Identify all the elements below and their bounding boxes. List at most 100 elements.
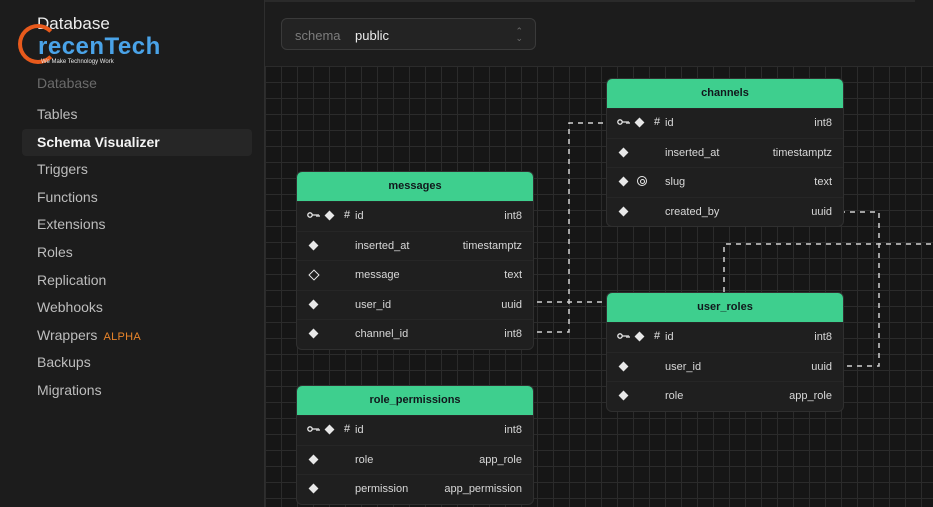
schema-canvas[interactable]: channels # id int8 inserted_at timestamp… [265,66,933,507]
logo-brand: recenTech [38,33,161,60]
table-row[interactable]: role app_role [297,444,533,475]
schema-select-value: public [355,28,389,43]
link-created-by [840,211,880,367]
column-name: inserted_at [355,239,410,252]
column-type: app_permission [444,483,522,496]
diamond-icon [634,331,645,342]
diamond-icon [324,210,335,221]
table-role-permissions[interactable]: role_permissions # id int8 role app_role… [296,385,534,505]
diamond-icon [618,176,629,187]
table-header: messages [297,172,533,201]
table-row[interactable]: message text [297,260,533,290]
table-header: channels [607,79,843,108]
column-type: int8 [814,331,832,343]
diamond-icon [308,299,319,310]
table-row[interactable]: user_id uuid [607,351,843,382]
sidebar-item-label: Roles [37,243,73,260]
table-row[interactable]: role app_role [607,381,843,411]
recentech-logo-watermark: recenTech We Make Technology Work [18,22,160,72]
column-name: user_id [665,360,702,373]
column-name: role [665,390,684,403]
table-header: role_permissions [297,386,533,415]
logo-tagline: We Make Technology Work [41,59,114,65]
sidebar-item-extensions[interactable]: Extensions [22,211,252,239]
sidebar-item-label: Backups [37,354,91,371]
hollow-diamond-icon [308,269,320,281]
diamond-icon [308,240,319,251]
fingerprint-icon [637,176,647,187]
diamond-icon [324,424,335,435]
table-messages[interactable]: messages # id int8 inserted_at timestamp… [296,171,534,350]
column-type: text [814,176,832,189]
sidebar-item-label: Extensions [37,216,106,233]
sidebar-item-tables[interactable]: Tables [22,101,252,129]
table-header: user_roles [607,293,843,322]
schema-select[interactable]: schema public ⌃ ⌄ [281,18,536,50]
column-type: uuid [501,298,522,311]
section-label: Database [37,75,97,91]
column-type: timestamptz [772,146,832,159]
schema-select-label: schema [295,28,341,43]
column-name: inserted_at [665,146,720,159]
link-channel-id [537,122,606,333]
column-type: uuid [811,360,832,373]
column-type: app_role [789,390,832,403]
table-row[interactable]: channel_id int8 [297,319,533,349]
sidebar-item-wrappers[interactable]: Wrappers ALPHA [22,322,252,350]
hash-icon: # [654,330,661,342]
diamond-icon [308,328,319,339]
table-row[interactable]: created_by uuid [607,196,843,227]
column-name: user_id [355,298,392,311]
sidebar-item-label: Tables [37,106,78,122]
column-type: int8 [504,424,522,436]
sidebar-item-schema-visualizer[interactable]: Schema Visualizer [22,128,252,157]
table-row[interactable]: slug text [607,167,843,197]
column-type: int8 [504,328,522,341]
sidebar-item-webhooks[interactable]: Webhooks [22,294,252,322]
column-type: int8 [504,210,522,222]
hash-icon: # [344,209,351,221]
sidebar-item-triggers[interactable]: Triggers [22,156,252,184]
hash-icon: # [654,116,661,128]
column-name: message [355,269,400,282]
sidebar-item-roles[interactable]: Roles [22,239,252,267]
key-icon [617,119,630,125]
table-row[interactable]: permission app_permission [297,474,533,504]
table-user-roles[interactable]: user_roles # id int8 user_id uuid role a… [606,292,844,412]
table-row[interactable]: # id int8 [607,108,843,138]
top-divider [265,0,915,2]
table-row[interactable]: user_id uuid [297,289,533,320]
diamond-icon [308,454,319,465]
alpha-badge: ALPHA [103,330,142,343]
column-name: role [355,453,374,466]
column-name: id [355,424,364,436]
column-name: permission [355,483,409,496]
key-icon [307,426,320,432]
table-row[interactable]: # id int8 [607,322,843,352]
diamond-icon [618,390,629,401]
chevron-up-down-icon: ⌃ ⌄ [515,26,523,43]
column-name: channel_id [355,328,409,341]
sidebar-item-functions[interactable]: Functions [22,184,252,212]
sidebar: Database recenTech We Make Technology Wo… [0,0,265,507]
hash-icon: # [344,423,351,435]
table-row[interactable]: # id int8 [297,201,533,231]
sidebar-item-label: Migrations [37,381,102,398]
column-type: uuid [811,205,832,218]
table-row[interactable]: inserted_at timestamptz [297,230,533,261]
table-channels[interactable]: channels # id int8 inserted_at timestamp… [606,78,844,228]
sidebar-item-migrations[interactable]: Migrations [22,377,252,405]
link-user-roles-right [723,243,933,292]
sidebar-item-replication[interactable]: Replication [22,267,252,295]
column-name: slug [665,176,686,189]
diamond-icon [308,483,319,494]
sidebar-item-label: Replication [37,271,107,288]
table-row[interactable]: # id int8 [297,415,533,445]
sidebar-item-backups[interactable]: Backups [22,349,252,377]
column-name: id [355,210,364,222]
sidebar-nav: Tables Schema Visualizer Triggers Functi… [22,101,252,405]
table-row[interactable]: inserted_at timestamptz [607,137,843,168]
column-type: timestamptz [462,239,522,252]
sidebar-item-label: Webhooks [37,299,103,316]
column-type: text [504,269,522,282]
